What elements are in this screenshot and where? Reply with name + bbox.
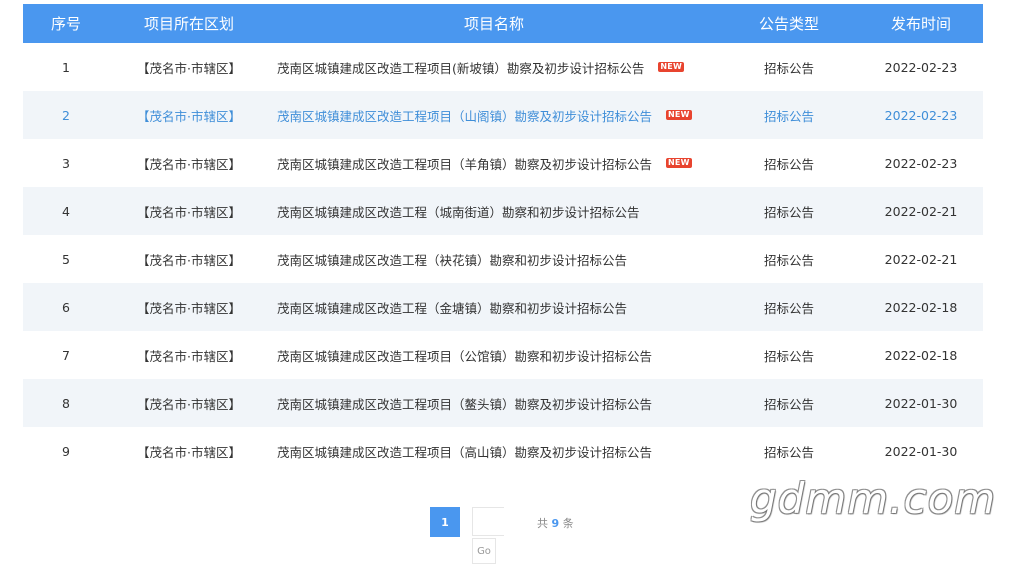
row-region: 【茂名市·市辖区】 <box>137 300 241 316</box>
row-publish-date: 2022-01-30 <box>884 443 958 459</box>
watermark-logo: gdmm.com <box>750 474 997 523</box>
header-serial-no: 序号 <box>50 15 81 33</box>
project-name-link[interactable]: 茂南区城镇建成区改造工程项目（鳌头镇）勘察及初步设计招标公告 <box>277 394 652 413</box>
table-row[interactable]: 9 【茂名市·市辖区】 茂南区城镇建成区改造工程项目（高山镇）勘察及初步设计招标公告… <box>23 427 983 475</box>
row-region: 【茂名市·市辖区】 <box>137 444 241 460</box>
row-publish-date: 2022-02-23 <box>884 59 958 75</box>
project-name-link[interactable]: 茂南区城镇建成区改造工程项目（羊角镇）勘察及初步设计招标公告 <box>277 154 652 173</box>
row-notice-type: 招标公告 <box>763 396 814 412</box>
go-button[interactable]: Go <box>472 538 496 564</box>
new-badge: NEW <box>666 110 692 120</box>
header-notice-type: 公告类型 <box>758 15 819 33</box>
row-serial-no: 6 <box>62 299 70 315</box>
new-badge: NEW <box>658 62 684 72</box>
page-number-input[interactable] <box>472 507 504 536</box>
project-name-link[interactable]: 茂南区城镇建成区改造工程项目（山阁镇）勘察及初步设计招标公告 <box>277 106 652 125</box>
announcement-list-page: 序号 项目所在区划 项目名称 公告类型 发布时间 1 【茂名市·市辖区】 茂南区城镇… <box>0 0 1022 566</box>
row-publish-date: 2022-02-18 <box>884 299 958 315</box>
row-notice-type: 招标公告 <box>763 348 814 364</box>
row-publish-date: 2022-02-23 <box>884 155 958 171</box>
row-serial-no: 4 <box>62 203 70 219</box>
row-serial-no: 9 <box>62 443 70 459</box>
row-project-name-cell: 茂南区城镇建成区改造工程（袂花镇）勘察和初步设计招标公告 <box>269 250 719 269</box>
header-project-name: 项目名称 <box>463 15 524 33</box>
row-notice-type: 招标公告 <box>763 108 814 124</box>
table-row[interactable]: 7 【茂名市·市辖区】 茂南区城镇建成区改造工程项目（公馆镇）勘察和初步设计招标公告… <box>23 331 983 379</box>
row-serial-no: 8 <box>62 395 70 411</box>
row-serial-no: 3 <box>62 155 70 171</box>
row-notice-type: 招标公告 <box>763 60 814 76</box>
row-notice-type: 招标公告 <box>763 156 814 172</box>
row-notice-type: 招标公告 <box>763 300 814 316</box>
table-header: 序号 项目所在区划 项目名称 公告类型 发布时间 <box>23 4 983 43</box>
header-region: 项目所在区划 <box>143 15 234 33</box>
total-suffix: 条 <box>562 517 574 530</box>
row-project-name-cell: 茂南区城镇建成区改造工程项目（公馆镇）勘察和初步设计招标公告 <box>269 346 719 365</box>
total-count: 共 9 条 <box>537 515 574 531</box>
project-name-link[interactable]: 茂南区城镇建成区改造工程项目(新坡镇）勘察及初步设计招标公告 <box>277 58 644 77</box>
row-serial-no: 2 <box>62 107 70 123</box>
table-row[interactable]: 4 【茂名市·市辖区】 茂南区城镇建成区改造工程（城南街道）勘察和初步设计招标公告 招… <box>23 187 983 235</box>
row-project-name-cell: 茂南区城镇建成区改造工程项目(新坡镇）勘察及初步设计招标公告 NEW <box>269 58 719 77</box>
new-badge: NEW <box>666 158 692 168</box>
project-name-link[interactable]: 茂南区城镇建成区改造工程（城南街道）勘察和初步设计招标公告 <box>277 202 640 221</box>
row-project-name-cell: 茂南区城镇建成区改造工程（金塘镇）勘察和初步设计招标公告 <box>269 298 719 317</box>
row-region: 【茂名市·市辖区】 <box>137 204 241 220</box>
table-row[interactable]: 6 【茂名市·市辖区】 茂南区城镇建成区改造工程（金塘镇）勘察和初步设计招标公告 招标… <box>23 283 983 331</box>
row-publish-date: 2022-02-18 <box>884 347 958 363</box>
row-notice-type: 招标公告 <box>763 252 814 268</box>
row-region: 【茂名市·市辖区】 <box>137 252 241 268</box>
row-region: 【茂名市·市辖区】 <box>137 348 241 364</box>
row-project-name-cell: 茂南区城镇建成区改造工程项目（鳌头镇）勘察及初步设计招标公告 <box>269 394 719 413</box>
row-publish-date: 2022-02-21 <box>884 251 958 267</box>
row-region: 【茂名市·市辖区】 <box>137 156 241 172</box>
header-publish-date: 发布时间 <box>890 15 951 33</box>
table-row[interactable]: 8 【茂名市·市辖区】 茂南区城镇建成区改造工程项目（鳌头镇）勘察及初步设计招标公告… <box>23 379 983 427</box>
announcement-table: 序号 项目所在区划 项目名称 公告类型 发布时间 1 【茂名市·市辖区】 茂南区城镇… <box>23 4 983 475</box>
row-project-name-cell: 茂南区城镇建成区改造工程项目（高山镇）勘察及初步设计招标公告 <box>269 442 719 461</box>
row-project-name-cell: 茂南区城镇建成区改造工程项目（羊角镇）勘察及初步设计招标公告 NEW <box>269 154 719 173</box>
project-name-link[interactable]: 茂南区城镇建成区改造工程（金塘镇）勘察和初步设计招标公告 <box>277 298 627 317</box>
project-name-link[interactable]: 茂南区城镇建成区改造工程（袂花镇）勘察和初步设计招标公告 <box>277 250 627 269</box>
project-name-link[interactable]: 茂南区城镇建成区改造工程项目（高山镇）勘察及初步设计招标公告 <box>277 442 652 461</box>
table-row[interactable]: 1 【茂名市·市辖区】 茂南区城镇建成区改造工程项目(新坡镇）勘察及初步设计招标公告… <box>23 43 983 91</box>
row-region: 【茂名市·市辖区】 <box>137 396 241 412</box>
row-serial-no: 7 <box>62 347 70 363</box>
page-button-current[interactable]: 1 <box>430 507 460 537</box>
row-publish-date: 2022-02-23 <box>884 107 958 123</box>
table-row[interactable]: 3 【茂名市·市辖区】 茂南区城镇建成区改造工程项目（羊角镇）勘察及初步设计招标公告… <box>23 139 983 187</box>
row-publish-date: 2022-01-30 <box>884 395 958 411</box>
row-region: 【茂名市·市辖区】 <box>137 108 241 124</box>
table-row[interactable]: 5 【茂名市·市辖区】 茂南区城镇建成区改造工程（袂花镇）勘察和初步设计招标公告 招标… <box>23 235 983 283</box>
row-project-name-cell: 茂南区城镇建成区改造工程（城南街道）勘察和初步设计招标公告 <box>269 202 719 221</box>
table-row[interactable]: 2 【茂名市·市辖区】 茂南区城镇建成区改造工程项目（山阁镇）勘察及初步设计招标公告… <box>23 91 983 139</box>
table-body: 1 【茂名市·市辖区】 茂南区城镇建成区改造工程项目(新坡镇）勘察及初步设计招标公告… <box>23 43 983 475</box>
row-project-name-cell: 茂南区城镇建成区改造工程项目（山阁镇）勘察及初步设计招标公告 NEW <box>269 106 719 125</box>
row-region: 【茂名市·市辖区】 <box>137 60 241 76</box>
total-count-value: 9 <box>551 517 560 530</box>
row-serial-no: 1 <box>62 59 70 75</box>
row-publish-date: 2022-02-21 <box>884 203 958 219</box>
row-serial-no: 5 <box>62 251 70 267</box>
total-prefix: 共 <box>537 517 548 530</box>
project-name-link[interactable]: 茂南区城镇建成区改造工程项目（公馆镇）勘察和初步设计招标公告 <box>277 346 652 365</box>
row-notice-type: 招标公告 <box>763 204 814 220</box>
row-notice-type: 招标公告 <box>763 444 814 460</box>
